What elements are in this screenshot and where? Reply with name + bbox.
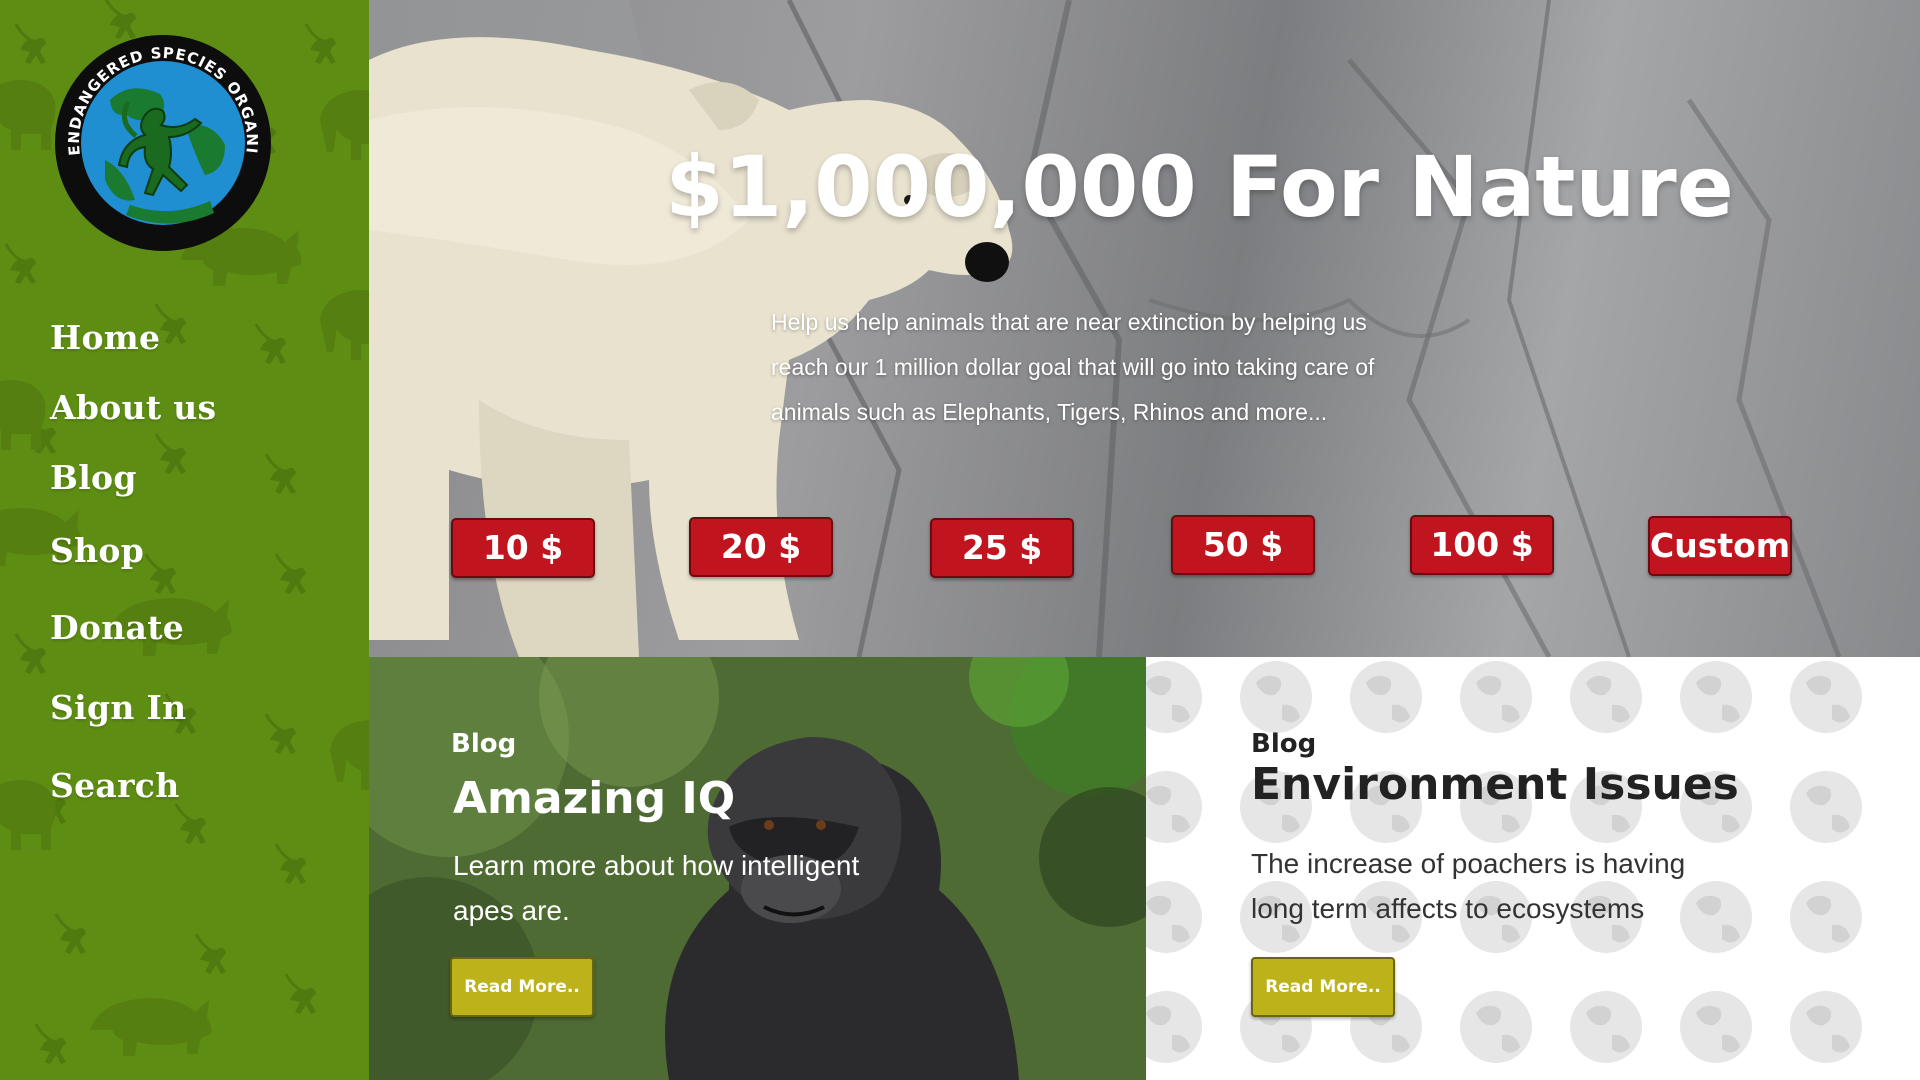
blog-card-amazing-iq: Blog Amazing IQ Learn more about how int… bbox=[369, 657, 1146, 1080]
blog-card-environment-issues: Blog Environment Issues The increase of … bbox=[1146, 657, 1920, 1080]
donate-10-button[interactable]: 10 $ bbox=[451, 518, 595, 578]
hero-title: $1,000,000 For Nature bbox=[665, 138, 1734, 236]
read-more-button[interactable]: Read More.. bbox=[450, 957, 594, 1017]
donate-20-button[interactable]: 20 $ bbox=[689, 517, 833, 577]
donation-amounts: 10 $ 20 $ 25 $ 50 $ 100 $ Custom bbox=[369, 515, 1920, 585]
donate-custom-button[interactable]: Custom bbox=[1648, 516, 1792, 576]
blog-excerpt: Learn more about how intelligent apes ar… bbox=[453, 850, 860, 926]
sidebar: ENDANGERED SPECIES ORGANIZATION Home Abo… bbox=[0, 0, 369, 1080]
donate-25-button[interactable]: 25 $ bbox=[930, 518, 1074, 578]
organization-logo[interactable]: ENDANGERED SPECIES ORGANIZATION bbox=[50, 30, 276, 256]
donate-50-button[interactable]: 50 $ bbox=[1171, 515, 1315, 575]
nav-item-blog[interactable]: Blog bbox=[50, 458, 137, 497]
hero-description: Help us help animals that are near extin… bbox=[771, 309, 1375, 425]
blog-excerpt: The increase of poachers is having long … bbox=[1251, 848, 1686, 924]
nav-item-search[interactable]: Search bbox=[50, 766, 179, 805]
blog-title[interactable]: Amazing IQ bbox=[453, 773, 735, 824]
nav-item-sign-in[interactable]: Sign In bbox=[50, 688, 186, 727]
read-more-button[interactable]: Read More.. bbox=[1251, 957, 1395, 1017]
nav-item-about-us[interactable]: About us bbox=[50, 388, 216, 427]
nav-item-shop[interactable]: Shop bbox=[50, 531, 144, 570]
hero-banner: $1,000,000 For Nature Help us help anima… bbox=[369, 0, 1920, 657]
donate-100-button[interactable]: 100 $ bbox=[1410, 515, 1554, 575]
blog-tag: Blog bbox=[451, 729, 517, 759]
blog-title[interactable]: Environment Issues bbox=[1251, 759, 1739, 810]
blog-tag: Blog bbox=[1251, 729, 1317, 759]
nav-item-donate[interactable]: Donate bbox=[50, 608, 184, 647]
nav-item-home[interactable]: Home bbox=[50, 318, 160, 357]
